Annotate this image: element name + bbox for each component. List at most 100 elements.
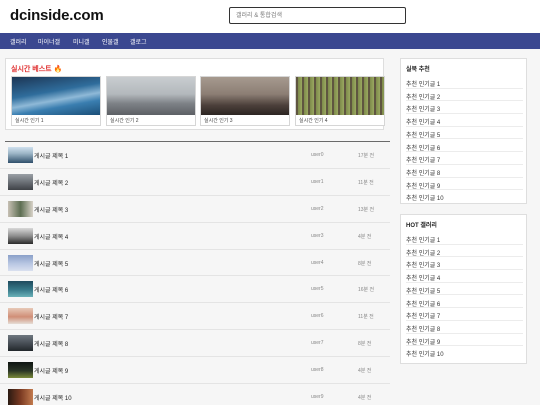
post-thumbnail[interactable] [8,173,33,190]
site-header: dcinside.com [0,0,540,33]
nav-item-mini-gallery[interactable]: 미니갤 [73,37,90,46]
recommend-item[interactable]: 추천 인기글 1 [406,76,523,89]
post-title[interactable]: 게시글 제목 7 [34,312,68,321]
post-thumbnail[interactable] [8,281,33,298]
hot-gallery-box: HOT 갤러리 추천 인기글 1 추천 인기글 2 추천 인기글 3 추천 인기… [400,214,527,364]
post-author[interactable]: user3 [311,233,324,239]
post-author[interactable]: user4 [311,260,324,266]
post-author[interactable]: user0 [311,152,324,158]
post-time: 13분 전 [358,206,375,213]
post-title[interactable]: 게시글 제목 6 [34,285,68,294]
post-title[interactable]: 게시글 제목 1 [34,151,68,160]
post-author[interactable]: user8 [311,367,324,373]
hot-gallery-item[interactable]: 추천 인기글 2 [406,245,523,258]
post-row[interactable]: 게시글 제목 7 user6 11분 전 [0,303,390,331]
main-content: 실시간 베스트 🔥 실시간 인기 1 실시간 인기 2 실시간 인기 3 실시간… [0,49,390,405]
best-card-label[interactable]: 실시간 인기 3 [204,117,233,124]
site-logo[interactable]: dcinside.com [10,7,104,24]
post-author[interactable]: user6 [311,313,324,319]
post-row[interactable]: 게시글 제목 8 user7 8분 전 [0,330,390,358]
recommend-item[interactable]: 추천 인기글 3 [406,101,523,115]
post-row[interactable]: 게시글 제목 1 user0 17분 전 [0,142,390,169]
post-title[interactable]: 게시글 제목 5 [34,259,68,268]
hot-gallery-item[interactable]: 추천 인기글 5 [406,283,523,296]
post-title[interactable]: 게시글 제목 2 [34,178,68,187]
post-thumbnail[interactable] [8,362,33,379]
post-row[interactable]: 게시글 제목 3 user2 13분 전 [0,196,390,223]
post-time: 11분 전 [358,314,374,321]
post-thumbnail[interactable] [8,147,33,163]
post-title[interactable]: 게시글 제목 9 [34,366,68,375]
post-thumbnail[interactable] [8,227,33,244]
best-thumbnail[interactable] [296,77,384,115]
post-list: 게시글 제목 1 user0 17분 전 게시글 제목 2 user1 11분 … [0,142,390,405]
post-row[interactable]: 게시글 제목 6 user5 16분 전 [0,276,390,304]
best-card-label[interactable]: 실시간 인기 4 [299,117,328,124]
best-thumbnail[interactable] [12,77,100,115]
post-time: 16분 전 [358,287,375,294]
post-row[interactable]: 게시글 제목 9 user8 4분 전 [0,357,390,385]
hot-gallery-item[interactable]: 추천 인기글 8 [406,321,523,334]
hot-gallery-item[interactable]: 추천 인기글 3 [406,257,523,271]
post-author[interactable]: user1 [311,179,324,185]
post-author[interactable]: user5 [311,286,324,292]
post-title[interactable]: 게시글 제목 10 [34,393,72,402]
best-thumbnail[interactable] [107,77,195,115]
best-card[interactable]: 실시간 인기 4 [295,76,385,126]
realtime-best-box: 실시간 베스트 🔥 실시간 인기 1 실시간 인기 2 실시간 인기 3 실시간… [5,58,385,130]
best-card-label[interactable]: 실시간 인기 2 [110,117,139,124]
post-title[interactable]: 게시글 제목 3 [34,205,68,214]
post-time: 17분 전 [358,153,375,159]
post-row[interactable]: 게시글 제목 4 user3 4분 전 [0,223,390,250]
nav-item-gallery[interactable]: 갤러리 [10,37,27,46]
post-author[interactable]: user2 [311,206,324,212]
hot-gallery-item[interactable]: 추천 인기글 10 [406,346,523,359]
post-author[interactable]: user9 [311,394,324,400]
post-time: 8분 전 [358,341,372,348]
hot-gallery-item[interactable]: 추천 인기글 7 [406,308,523,321]
hot-gallery-item[interactable]: 추천 인기글 1 [406,232,523,245]
post-title[interactable]: 게시글 제목 8 [34,339,68,348]
post-thumbnail[interactable] [8,389,33,405]
main-nav: 갤러리 마이너갤 미니갤 인물갤 갤로그 [0,33,540,49]
recommend-item[interactable]: 추천 인기글 5 [406,127,523,140]
post-row[interactable]: 게시글 제목 2 user1 11분 전 [0,169,390,196]
recommend-item[interactable]: 추천 인기글 2 [406,89,523,102]
recommend-item[interactable]: 추천 인기글 4 [406,114,523,127]
recommend-item[interactable]: 추천 인기글 6 [406,140,523,153]
sidebar: 실북 추천 추천 인기글 1 추천 인기글 2 추천 인기글 3 추천 인기글 … [390,49,540,405]
post-time: 4분 전 [358,368,372,375]
best-card-label[interactable]: 실시간 인기 1 [15,117,44,124]
post-row[interactable]: 게시글 제목 5 user4 8분 전 [0,250,390,277]
post-time: 8분 전 [358,260,372,267]
recommend-item[interactable]: 추천 인기글 9 [406,178,523,191]
post-title[interactable]: 게시글 제목 4 [34,232,68,241]
recommend-title: 실북 추천 [406,67,430,73]
post-time: 4분 전 [358,233,372,240]
best-card[interactable]: 실시간 인기 3 [200,76,290,126]
hot-gallery-item[interactable]: 추천 인기글 9 [406,334,523,347]
search-input[interactable] [229,7,406,24]
post-thumbnail[interactable] [8,335,33,352]
nav-item-minor-gallery[interactable]: 마이너갤 [38,37,60,46]
best-card[interactable]: 실시간 인기 2 [106,76,196,126]
hot-gallery-title: HOT 갤러리 [406,223,437,229]
recommend-item[interactable]: 추천 인기글 8 [406,165,523,178]
post-row[interactable]: 게시글 제목 10 user9 4분 전 [0,384,390,405]
best-card[interactable]: 실시간 인기 1 [11,76,101,126]
post-time: 11분 전 [358,179,374,186]
post-time: 4분 전 [358,395,372,402]
recommend-item[interactable]: 추천 인기글 10 [406,190,523,203]
realtime-best-title: 실시간 베스트 🔥 [11,66,63,73]
post-thumbnail[interactable] [8,200,33,217]
best-thumbnail[interactable] [201,77,289,115]
recommend-item[interactable]: 추천 인기글 7 [406,152,523,165]
post-thumbnail[interactable] [8,308,33,325]
hot-gallery-item[interactable]: 추천 인기글 4 [406,270,523,283]
nav-item-person-gallery[interactable]: 인물갤 [102,37,119,46]
post-thumbnail[interactable] [8,254,33,271]
nav-item-gallog[interactable]: 갤로그 [130,37,147,46]
post-author[interactable]: user7 [311,340,324,346]
recommend-box: 실북 추천 추천 인기글 1 추천 인기글 2 추천 인기글 3 추천 인기글 … [400,58,527,204]
hot-gallery-item[interactable]: 추천 인기글 6 [406,296,523,309]
